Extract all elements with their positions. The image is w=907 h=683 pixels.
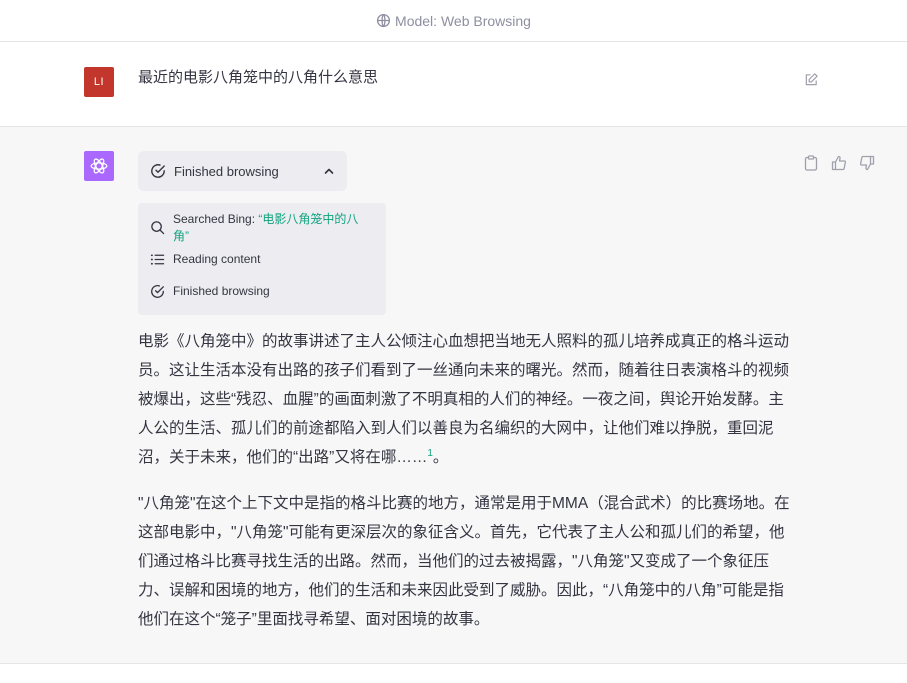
- model-header: Model: Web Browsing: [0, 0, 907, 42]
- edit-icon: [804, 72, 819, 87]
- user-message: LI 最近的电影八角笼中的八角什么意思: [0, 42, 907, 127]
- web-browsing-icon: [376, 13, 391, 28]
- search-icon: [150, 220, 165, 235]
- thumbs-up-button[interactable]: [829, 154, 849, 172]
- list-icon: [150, 252, 165, 267]
- openai-logo-icon: [88, 155, 110, 177]
- user-message-text: 最近的电影八角笼中的八角什么意思: [138, 69, 379, 86]
- search-step-prefix: Searched Bing:: [173, 212, 259, 226]
- edit-message-button[interactable]: [802, 70, 820, 88]
- answer-paragraph-2: "八角笼"在这个上下文中是指的格斗比赛的地方，通常是用于MMA（混合武术）的比赛…: [138, 495, 790, 628]
- finished-step-label: Finished browsing: [173, 284, 270, 298]
- answer-paragraph-1-text: 电影《八角笼中》的故事讲述了主人公倾注心血想把当地无人照料的孤儿培养成真正的格斗…: [138, 333, 790, 466]
- answer-paragraph-1: 电影《八角笼中》的故事讲述了主人公倾注心血想把当地无人照料的孤儿培养成真正的格斗…: [138, 327, 798, 472]
- browsing-steps-panel: Searched Bing: “电影八角笼中的八角” Reading conte…: [138, 203, 386, 315]
- bottom-area: [0, 664, 907, 683]
- browsing-toggle-label: Finished browsing: [174, 163, 279, 179]
- assistant-avatar: [84, 151, 114, 181]
- model-label: Model: Web Browsing: [395, 12, 531, 29]
- search-step-label: Searched Bing: “电影八角笼中的八角”: [173, 210, 374, 244]
- assistant-answer: 电影《八角笼中》的故事讲述了主人公倾注心血想把当地无人照料的孤儿培养成真正的格斗…: [138, 327, 798, 651]
- check-circle-icon: [150, 284, 165, 299]
- message-actions: [801, 154, 877, 172]
- copy-button[interactable]: [801, 154, 821, 172]
- reading-step-label: Reading content: [173, 252, 261, 266]
- reading-step: Reading content: [150, 243, 374, 275]
- assistant-message: Finished browsing Searched Bing: “电影八角笼中…: [0, 127, 907, 664]
- answer-paragraph-1-end: 。: [432, 449, 449, 466]
- thumbs-down-icon: [859, 155, 875, 171]
- search-step: Searched Bing: “电影八角笼中的八角”: [150, 211, 374, 243]
- user-avatar-initials: LI: [93, 76, 105, 88]
- finished-step: Finished browsing: [150, 275, 374, 307]
- clipboard-icon: [804, 155, 818, 171]
- thumbs-up-icon: [831, 155, 847, 171]
- thumbs-down-button[interactable]: [857, 154, 877, 172]
- chevron-up-icon: [323, 165, 335, 177]
- user-avatar: LI: [84, 67, 114, 97]
- check-circle-icon: [150, 163, 166, 179]
- browsing-toggle-button[interactable]: Finished browsing: [138, 151, 347, 191]
